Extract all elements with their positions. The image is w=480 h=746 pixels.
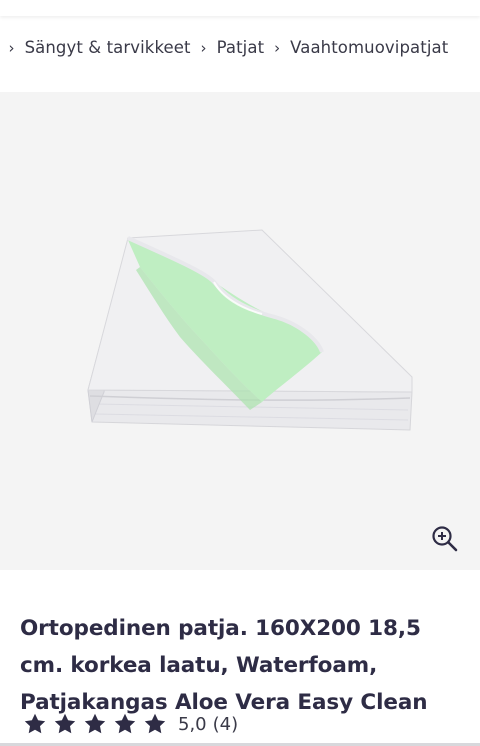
rating-value: 5,0 [178, 713, 207, 735]
star-icon [24, 713, 46, 734]
product-rating[interactable]: 5,0 (4) [22, 710, 238, 738]
top-bar [0, 0, 480, 16]
breadcrumb-item-beds[interactable]: Sängyt & tarvikkeet [23, 38, 193, 57]
breadcrumb-separator-icon: › [274, 38, 281, 57]
breadcrumb: t › Sängyt & tarvikkeet › Patjat › Vaaht… [0, 28, 480, 72]
star-icon [54, 713, 76, 734]
breadcrumb-separator-icon: › [200, 38, 207, 57]
star-icon [114, 713, 136, 734]
product-title: Ortopedinen patja. 160X200 18,5 cm. kork… [20, 616, 428, 716]
zoom-button[interactable] [430, 524, 460, 554]
review-count[interactable]: (4) [213, 714, 239, 735]
zoom-in-icon [432, 526, 458, 552]
breadcrumb-item-mattresses[interactable]: Patjat [215, 38, 267, 57]
star-icon [84, 713, 106, 734]
product-image-gallery[interactable] [0, 92, 480, 570]
breadcrumb-item-foam-mattresses[interactable]: Vaahtomuovipatjat [288, 38, 450, 57]
star-icon [144, 713, 166, 734]
breadcrumb-separator-icon: › [8, 38, 15, 57]
mattress-image [87, 229, 413, 431]
